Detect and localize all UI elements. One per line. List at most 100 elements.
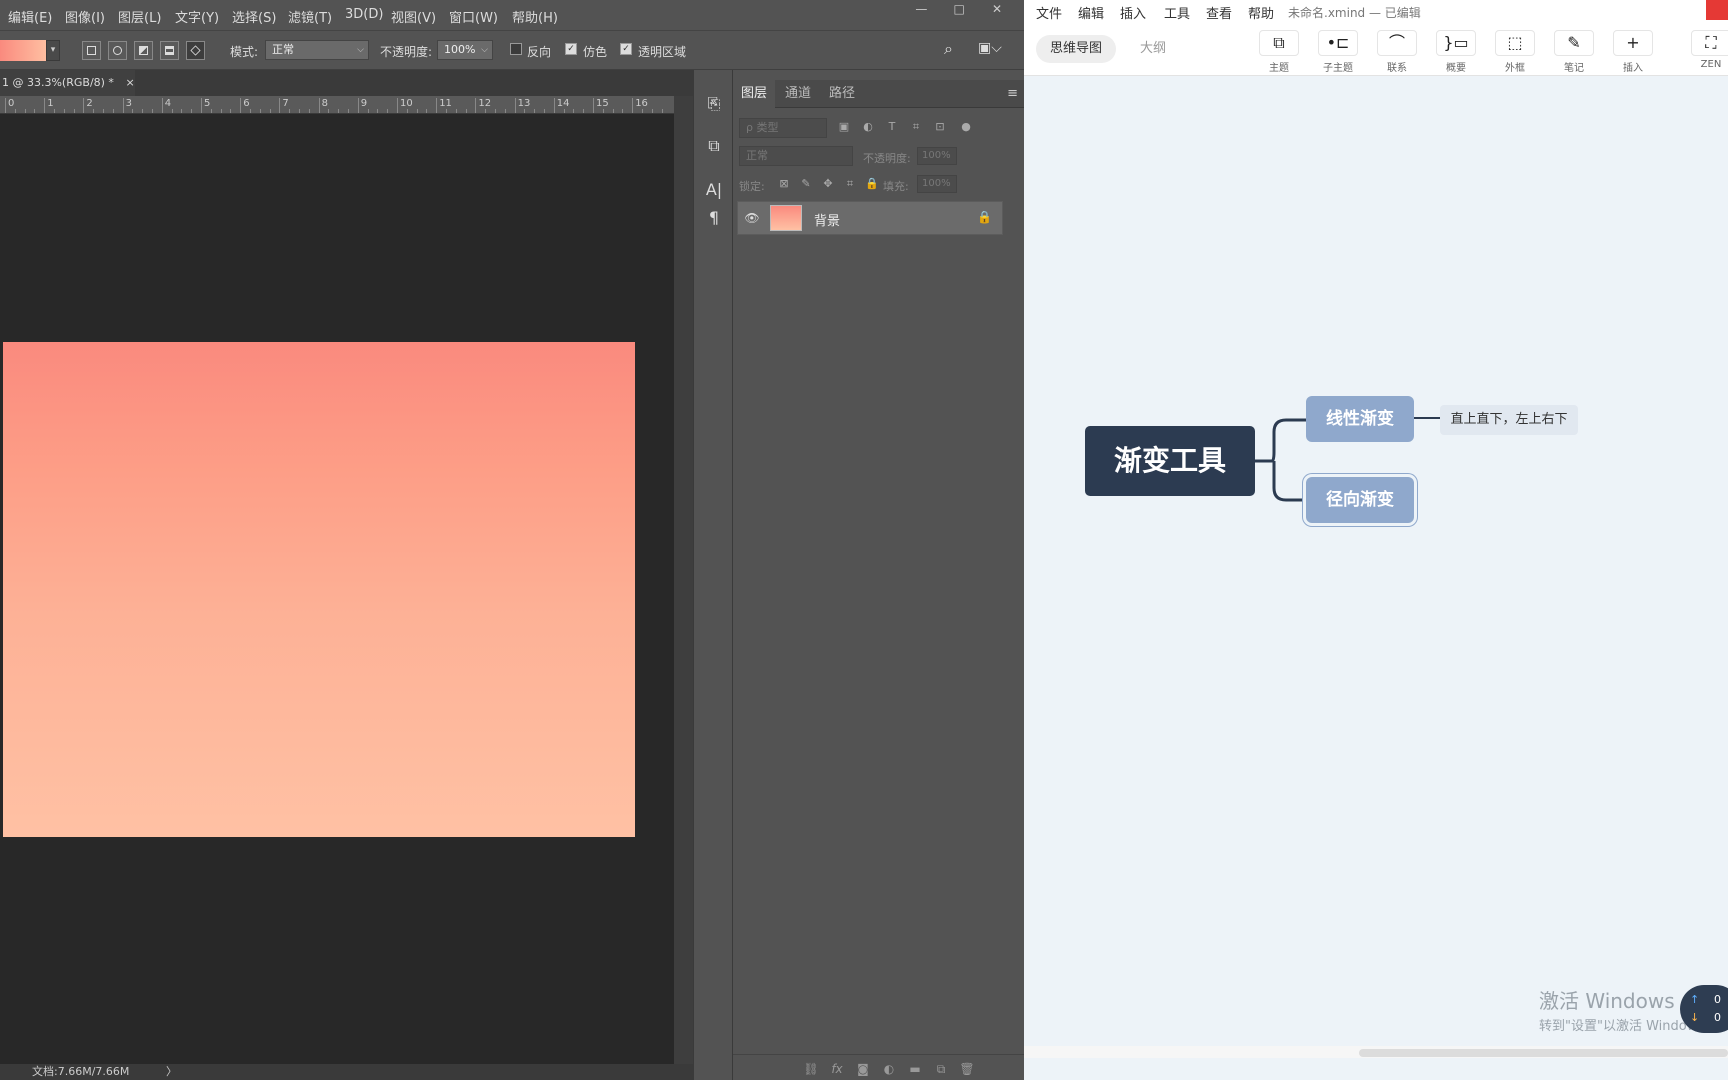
menu-view[interactable]: 视图(V) <box>391 7 436 26</box>
tab-channels[interactable]: 通道 <box>777 80 819 108</box>
ruler-tick-label: 10 <box>397 98 413 113</box>
mode-mindmap[interactable]: 思维导图 <box>1036 35 1117 63</box>
transparency-checkbox[interactable]: ✓ <box>620 43 632 55</box>
delete-layer-icon[interactable]: 🗑 <box>959 1061 975 1077</box>
layer-filter-field[interactable]: ρ 类型 <box>739 118 827 138</box>
panel-menu-icon[interactable]: ≡ <box>1007 86 1018 101</box>
lock-all-icon[interactable]: 🔒 <box>865 177 879 191</box>
character-icon[interactable]: A| <box>702 178 726 202</box>
ruler-minor-tick <box>171 109 173 113</box>
angle-gradient-button[interactable] <box>134 41 153 60</box>
xmenu-tools[interactable]: 工具 <box>1164 3 1190 22</box>
new-layer-icon[interactable]: ⧉ <box>933 1061 949 1077</box>
mindmap-canvas[interactable]: 渐变工具 线性渐变 径向渐变 直上直下，左上右下 <box>1024 76 1728 1046</box>
mode-outline[interactable]: 大纲 <box>1126 35 1180 63</box>
adjustment-filter-icon[interactable]: ◐ <box>861 120 875 134</box>
reverse-checkbox[interactable] <box>510 43 522 55</box>
menu-type[interactable]: 文字(Y) <box>175 7 219 26</box>
summary-button[interactable]: }▭ 概要 <box>1431 24 1481 74</box>
radial-gradient-button[interactable] <box>108 41 127 60</box>
central-topic[interactable]: 渐变工具 <box>1085 426 1255 496</box>
reflected-gradient-button[interactable] <box>160 41 179 60</box>
network-badge[interactable]: ↑ ↓ 0 0 <box>1680 985 1728 1033</box>
visibility-eye-icon[interactable]: 👁 <box>744 210 760 226</box>
horizontal-scrollbar[interactable] <box>1024 1046 1728 1058</box>
blend-mode-select[interactable]: 正常 <box>739 146 853 166</box>
linear-gradient-button[interactable] <box>82 41 101 60</box>
layer-row-background[interactable]: 👁 背景 🔒 <box>737 201 1003 235</box>
subtopic-note[interactable]: 直上直下，左上右下 <box>1440 405 1578 435</box>
paragraph-icon[interactable]: ¶ <box>702 206 726 230</box>
menu-window[interactable]: 窗口(W) <box>449 7 498 26</box>
zen-button[interactable]: ⛶ ZEN <box>1686 24 1728 74</box>
menu-filter[interactable]: 滤镜(T) <box>288 7 332 26</box>
relationship-button[interactable]: ⌒ 联系 <box>1372 24 1422 74</box>
filter-toggle-icon[interactable]: ● <box>959 120 973 134</box>
xmenu-help[interactable]: 帮助 <box>1248 3 1274 22</box>
opacity-field[interactable]: 100% ⌵ <box>437 40 493 60</box>
tab-layers[interactable]: 图层 <box>733 80 776 108</box>
mode-select[interactable]: 正常 ⌵ <box>265 40 369 60</box>
topic-radial-gradient[interactable]: 径向渐变 <box>1306 477 1414 523</box>
menu-select[interactable]: 选择(S) <box>232 7 276 26</box>
lock-transparent-icon[interactable]: ⊠ <box>777 177 791 191</box>
fx-icon[interactable]: fx <box>829 1061 845 1077</box>
xmenu-file[interactable]: 文件 <box>1036 3 1062 22</box>
gradient-picker-dropdown[interactable]: ▾ <box>46 40 60 61</box>
clone-source-icon[interactable]: ⧉ <box>702 134 726 158</box>
dither-checkbox[interactable]: ✓ <box>565 43 577 55</box>
xmenu-insert[interactable]: 插入 <box>1120 3 1146 22</box>
close-tab-icon[interactable]: × <box>125 76 134 89</box>
shape-filter-icon[interactable]: ⌗ <box>909 120 923 134</box>
add-mask-icon[interactable]: ◙ <box>855 1061 871 1077</box>
topic-button[interactable]: ⧉ 主题 <box>1254 24 1304 74</box>
new-group-icon[interactable]: ▬ <box>907 1061 923 1077</box>
status-arrow-icon[interactable]: 〉 <box>166 1064 177 1080</box>
lock-image-icon[interactable]: ✎ <box>799 177 813 191</box>
insert-button[interactable]: + 插入 <box>1608 24 1658 74</box>
close-button[interactable]: ✕ <box>980 2 1014 16</box>
vertical-scrollbar[interactable] <box>674 96 693 1064</box>
menu-edit[interactable]: 编辑(E) <box>8 7 52 26</box>
ruler-minor-tick <box>348 109 349 113</box>
menu-layer[interactable]: 图层(L) <box>118 7 161 26</box>
gradient-canvas[interactable] <box>3 342 635 837</box>
document-tab[interactable]: 1 @ 33.3%(RGB/8) * × <box>0 70 135 96</box>
ruler-tick-label: 7 <box>279 98 289 113</box>
adjustment-layer-icon[interactable]: ◐ <box>881 1061 897 1077</box>
smart-object-filter-icon[interactable]: ⊡ <box>933 120 947 134</box>
menu-image[interactable]: 图像(I) <box>65 7 105 26</box>
tab-paths[interactable]: 路径 <box>821 80 863 108</box>
red-tag[interactable] <box>1706 0 1728 20</box>
toolbar-label: 外框 <box>1505 63 1525 74</box>
canvas-area[interactable] <box>0 114 674 1064</box>
search-icon[interactable]: ⌕ <box>944 39 953 59</box>
menu-help[interactable]: 帮助(H) <box>512 7 558 26</box>
lock-position-icon[interactable]: ✥ <box>821 177 835 191</box>
note-button[interactable]: ✎ 笔记 <box>1549 24 1599 74</box>
subtopic-button[interactable]: •⊏ 子主题 <box>1313 24 1363 74</box>
workspace-icon[interactable]: ▣⌵ <box>978 40 1002 56</box>
layers-panel-footer: ⛓ fx ◙ ◐ ▬ ⧉ 🗑 <box>733 1054 1024 1080</box>
ps-menubar: 编辑(E) 图像(I) 图层(L) 文字(Y) 选择(S) 滤镜(T) 3D(D… <box>0 0 1024 30</box>
maximize-button[interactable]: □ <box>942 2 976 16</box>
layer-opacity-value[interactable]: 100% <box>917 147 957 165</box>
lock-artboard-icon[interactable]: ⌗ <box>843 177 857 191</box>
ruler-minor-tick <box>642 109 643 113</box>
history-icon[interactable]: ⎘ <box>702 92 726 116</box>
menu-3d[interactable]: 3D(D) <box>345 7 383 22</box>
boundary-button[interactable]: ⬚ 外框 <box>1490 24 1540 74</box>
gradient-swatch[interactable] <box>0 40 48 61</box>
xmenu-edit[interactable]: 编辑 <box>1078 3 1104 22</box>
xmenu-view[interactable]: 查看 <box>1206 3 1232 22</box>
type-filter-icon[interactable]: T <box>885 120 899 134</box>
minimize-button[interactable]: — <box>904 2 938 16</box>
fill-value[interactable]: 100% <box>917 175 957 193</box>
scrollbar-thumb[interactable] <box>1359 1049 1728 1057</box>
link-layers-icon[interactable]: ⛓ <box>803 1061 819 1077</box>
image-filter-icon[interactable]: ▣ <box>837 120 851 134</box>
topic-linear-gradient[interactable]: 线性渐变 <box>1306 396 1414 442</box>
document-tab-strip <box>135 70 693 96</box>
diamond-gradient-button[interactable] <box>186 41 205 60</box>
download-arrow-icon: ↓ <box>1690 1011 1700 1024</box>
